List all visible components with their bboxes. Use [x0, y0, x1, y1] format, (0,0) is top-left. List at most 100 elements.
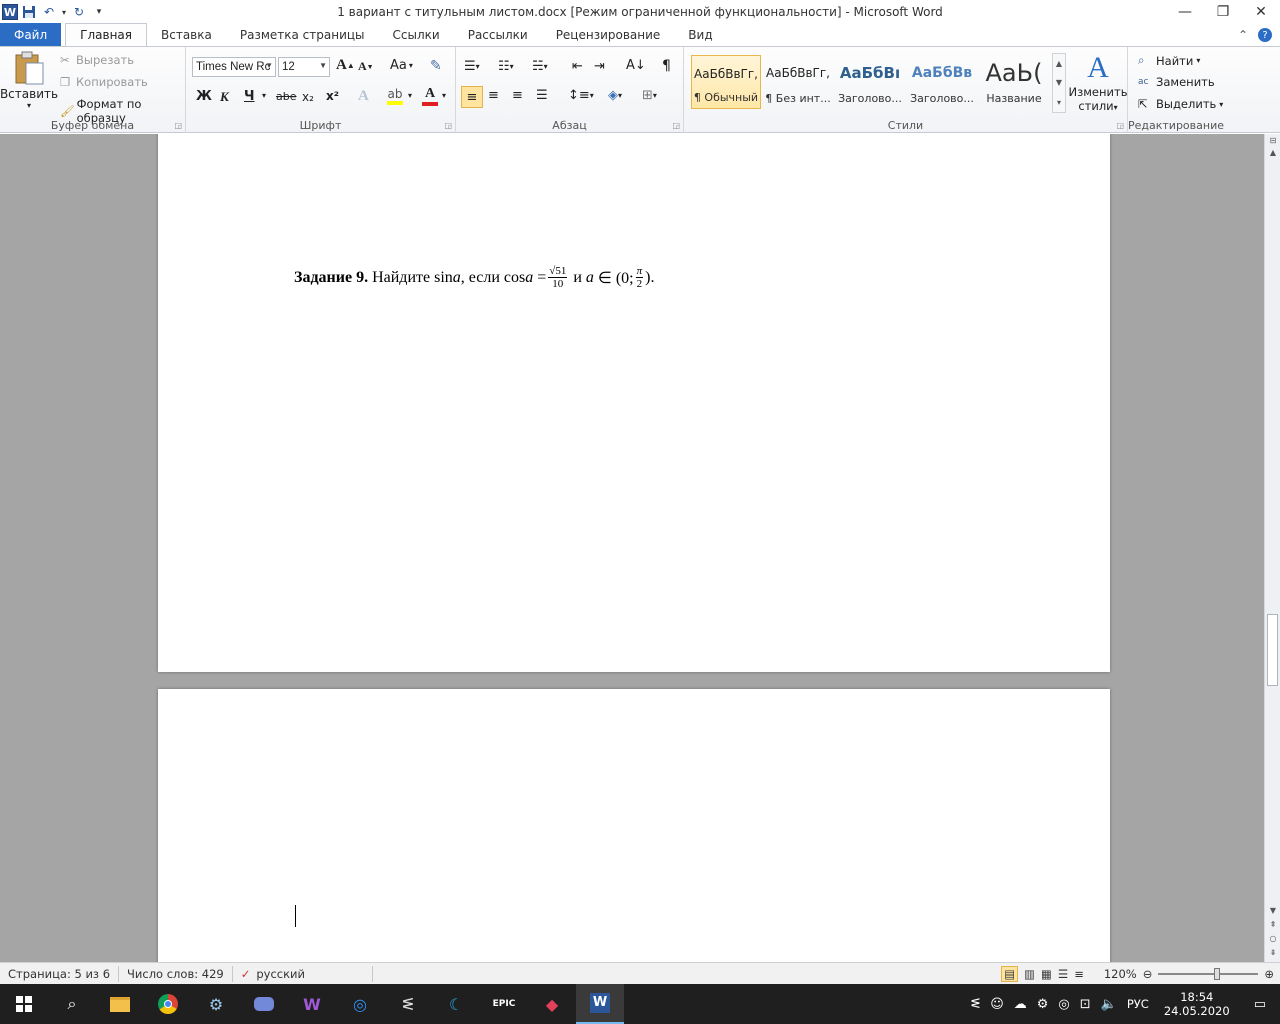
- undo-icon[interactable]: ↶: [40, 3, 58, 21]
- font-family-combo[interactable]: Times New Rc ▼: [192, 57, 276, 77]
- search-icon[interactable]: ⌕: [48, 984, 96, 1024]
- tab-home[interactable]: Главная: [65, 23, 147, 46]
- italic-button[interactable]: К: [220, 89, 229, 105]
- ruler-toggle-icon[interactable]: ⊟: [1265, 136, 1280, 145]
- app-red-icon[interactable]: ◆: [528, 984, 576, 1024]
- style-heading-1[interactable]: АаБбВı Заголово...: [835, 55, 905, 109]
- print-layout-view-icon[interactable]: ▤: [1001, 966, 1019, 982]
- strikethrough-button[interactable]: abe: [276, 90, 297, 103]
- highlight-button[interactable]: ab: [386, 87, 404, 105]
- volume-icon[interactable]: 🔈: [1096, 997, 1122, 1012]
- undo-dropdown-icon[interactable]: ▾: [60, 3, 68, 21]
- clock[interactable]: 18:54 24.05.2020: [1154, 990, 1240, 1018]
- word-count[interactable]: Число слов: 429: [119, 965, 233, 982]
- chevron-up-icon[interactable]: ▲: [1056, 59, 1062, 68]
- zoom-slider[interactable]: [1158, 968, 1259, 980]
- tray-discord-icon[interactable]: ☺: [985, 997, 1009, 1012]
- restore-button[interactable]: ❐: [1204, 0, 1242, 24]
- tab-review[interactable]: Рецензирование: [542, 24, 675, 46]
- close-button[interactable]: ✕: [1242, 0, 1280, 24]
- font-color-dropdown-icon[interactable]: ▾: [442, 91, 446, 100]
- dialog-launcher-icon[interactable]: ◲: [174, 121, 182, 130]
- dialog-launcher-icon[interactable]: ◲: [444, 121, 452, 130]
- superscript-button[interactable]: x²: [326, 89, 339, 103]
- task-9-paragraph[interactable]: Задание 9. Найдите sin a , если cos a = …: [294, 265, 654, 290]
- discord-icon[interactable]: [240, 984, 288, 1024]
- dialog-launcher-icon[interactable]: ◲: [1116, 121, 1124, 130]
- show-marks-button[interactable]: ¶: [662, 58, 671, 74]
- clear-formatting-icon[interactable]: ✎: [430, 58, 442, 74]
- styles-gallery-scroll[interactable]: ▲ ▼ ▾: [1052, 53, 1066, 113]
- document-area[interactable]: Задание 9. Найдите sin a , если cos a = …: [0, 134, 1264, 962]
- style-normal[interactable]: АаБбВвГг, ¶ Обычный: [691, 55, 761, 109]
- cut-button[interactable]: ✂ Вырезать: [60, 53, 134, 67]
- align-left-icon[interactable]: ≡: [461, 86, 483, 108]
- zoom-level[interactable]: 120%: [1104, 967, 1137, 981]
- paste-button[interactable]: Вставить ▾: [0, 51, 58, 110]
- draft-view-icon[interactable]: ≡: [1074, 967, 1084, 981]
- zoom-slider-knob[interactable]: [1214, 968, 1221, 980]
- find-button[interactable]: ⌕ Найти ▾: [1138, 53, 1200, 68]
- grow-font-button[interactable]: A ▲: [336, 57, 355, 74]
- tray-uplay-icon[interactable]: ◎: [1053, 997, 1074, 1012]
- next-page-icon[interactable]: ⇟: [1265, 948, 1280, 957]
- dialog-launcher-icon[interactable]: ◲: [672, 121, 680, 130]
- line-spacing-button[interactable]: ↕≡ ▾: [568, 88, 594, 103]
- align-right-icon[interactable]: ≡: [512, 88, 523, 103]
- highlight-dropdown-icon[interactable]: ▾: [408, 91, 412, 100]
- replace-button[interactable]: ac Заменить: [1138, 75, 1215, 89]
- redo-icon[interactable]: ↻: [70, 3, 88, 21]
- tray-app-icon[interactable]: ☁: [1009, 997, 1032, 1012]
- align-center-icon[interactable]: ≡: [488, 88, 499, 103]
- page-5[interactable]: Задание 9. Найдите sin a , если cos a = …: [158, 134, 1110, 672]
- style-title[interactable]: АаЬ( Название: [979, 55, 1049, 109]
- text-effects-button[interactable]: A: [358, 88, 369, 105]
- subscript-button[interactable]: x₂: [302, 90, 314, 104]
- bold-button[interactable]: Ж: [196, 89, 212, 104]
- previous-page-icon[interactable]: ⇞: [1265, 920, 1280, 929]
- select-button[interactable]: ⇱ Выделить ▾: [1138, 97, 1223, 111]
- outline-view-icon[interactable]: ☰: [1058, 967, 1068, 981]
- numbering-button[interactable]: ☷ ▾: [498, 59, 514, 74]
- app-w-icon[interactable]: W: [288, 984, 336, 1024]
- tray-steam-icon[interactable]: ⚙: [1032, 997, 1054, 1012]
- tab-mailings[interactable]: Рассылки: [454, 24, 542, 46]
- shrink-font-button[interactable]: A ▼: [358, 59, 374, 74]
- tab-insert[interactable]: Вставка: [147, 24, 226, 46]
- input-language[interactable]: РУС: [1122, 997, 1154, 1011]
- language-indicator[interactable]: ✓ русский: [233, 965, 373, 982]
- word-taskbar-icon[interactable]: W: [576, 984, 624, 1024]
- page-count[interactable]: Страница: 5 из 6: [0, 965, 120, 982]
- font-size-combo[interactable]: 12 ▼: [278, 57, 330, 77]
- word-app-icon[interactable]: W: [2, 4, 18, 20]
- underline-dropdown-icon[interactable]: ▾: [262, 91, 266, 100]
- save-icon[interactable]: [20, 3, 38, 21]
- web-layout-icon[interactable]: ▦: [1041, 967, 1052, 981]
- collapse-ribbon-icon[interactable]: ⌃: [1238, 28, 1248, 42]
- uplay-icon[interactable]: ◎: [336, 984, 384, 1024]
- bullets-button[interactable]: ☰ ▾: [464, 59, 480, 74]
- tab-view[interactable]: Вид: [674, 24, 726, 46]
- help-icon[interactable]: ?: [1258, 28, 1272, 42]
- epic-games-icon[interactable]: EPIC: [480, 984, 528, 1024]
- chrome-icon[interactable]: [144, 984, 192, 1024]
- notifications-icon[interactable]: ▭: [1240, 997, 1280, 1012]
- change-styles-button[interactable]: A Изменить стили▾: [1068, 51, 1128, 113]
- tray-network-icon[interactable]: ⊡: [1075, 997, 1096, 1012]
- app-feather-icon[interactable]: ᓬ: [384, 984, 432, 1024]
- change-case-button[interactable]: Aa ▾: [390, 58, 413, 73]
- steam-icon[interactable]: ⚙: [192, 984, 240, 1024]
- zoom-out-icon[interactable]: ⊖: [1143, 967, 1153, 981]
- tray-feather-icon[interactable]: ᓬ: [966, 997, 985, 1012]
- browse-object-icon[interactable]: ○: [1265, 934, 1280, 943]
- page-6[interactable]: [158, 689, 1110, 962]
- gallery-more-icon[interactable]: ▾: [1057, 98, 1061, 107]
- scroll-down-icon[interactable]: ▼: [1265, 906, 1280, 915]
- app-eclipse-icon[interactable]: ☾: [432, 984, 480, 1024]
- scroll-thumb[interactable]: [1267, 614, 1278, 686]
- underline-button[interactable]: Ч: [244, 89, 255, 104]
- shading-button[interactable]: ◈ ▾: [608, 88, 622, 103]
- chevron-down-icon[interactable]: ▼: [1056, 78, 1062, 87]
- full-screen-reading-icon[interactable]: ▥: [1024, 967, 1035, 981]
- style-no-spacing[interactable]: АаБбВвГг, ¶ Без инт...: [763, 55, 833, 109]
